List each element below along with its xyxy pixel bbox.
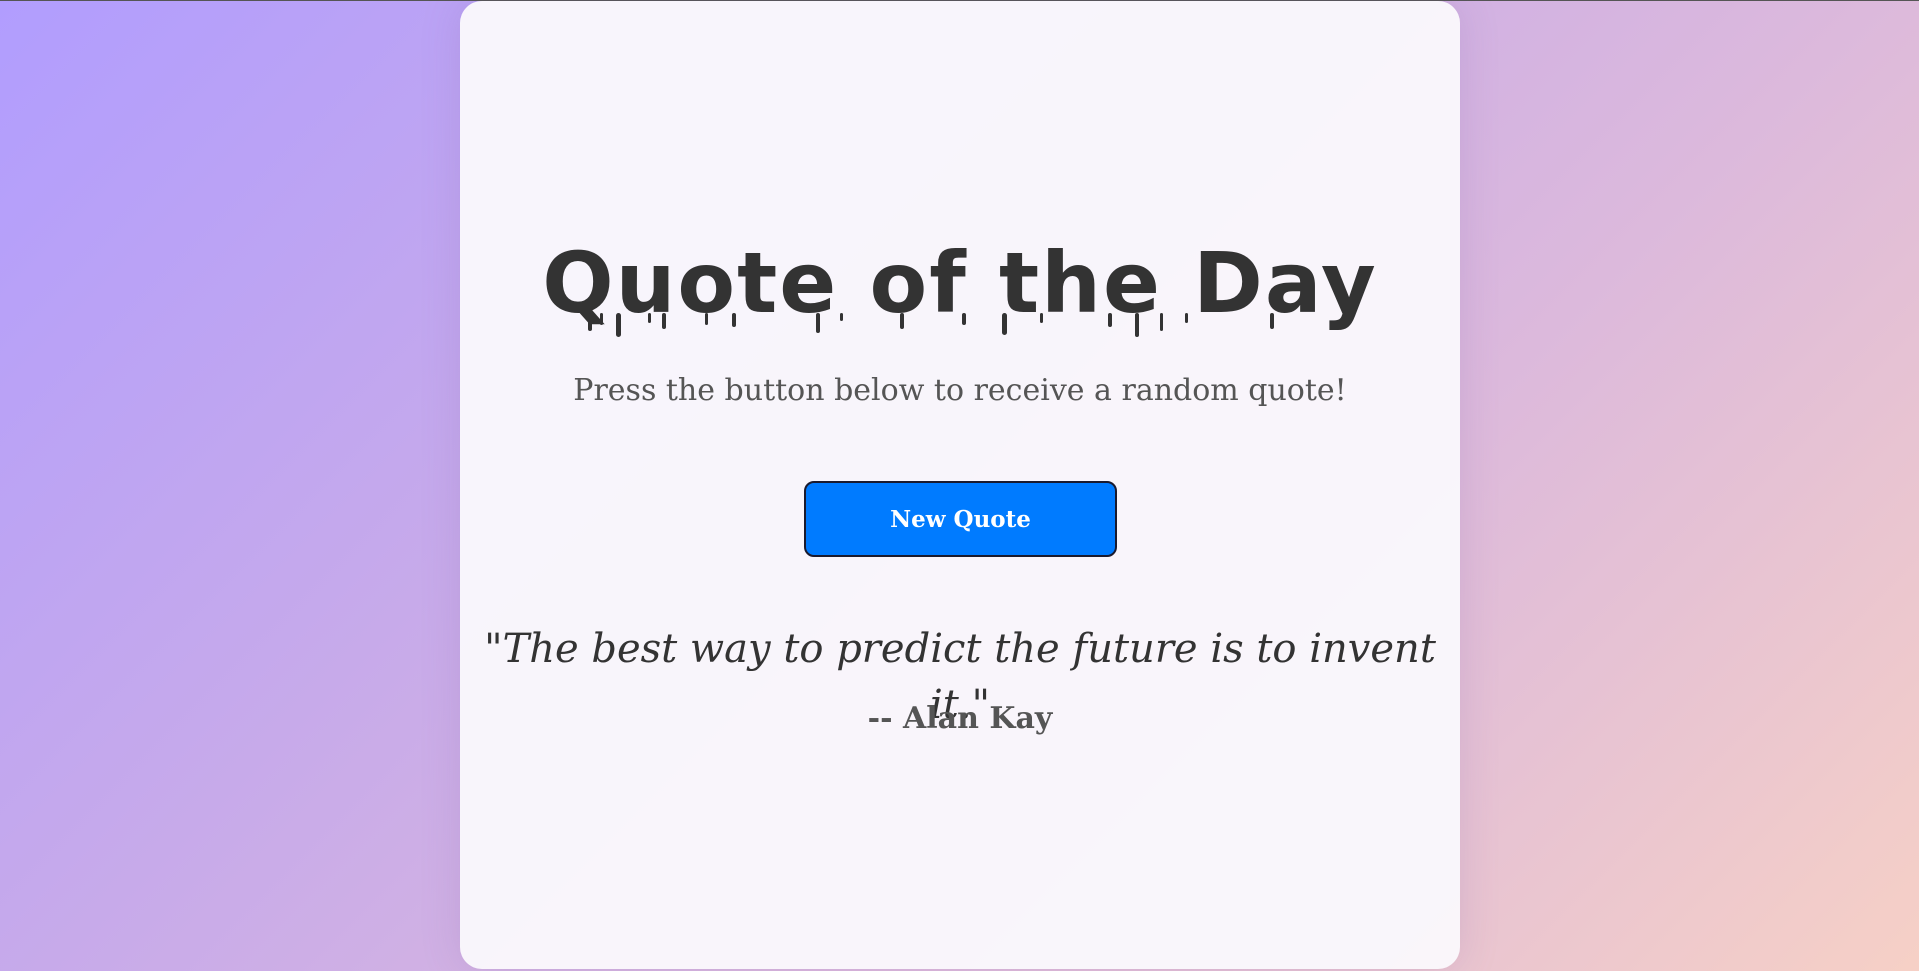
title-drip-decoration: [588, 313, 1274, 337]
instructions-text: Press the button below to receive a rand…: [573, 373, 1347, 408]
new-quote-button[interactable]: New Quote: [804, 481, 1117, 557]
quote-author: -- Alan Kay: [867, 701, 1053, 736]
quote-card: Quote of the Day Press the button below …: [460, 1, 1460, 969]
